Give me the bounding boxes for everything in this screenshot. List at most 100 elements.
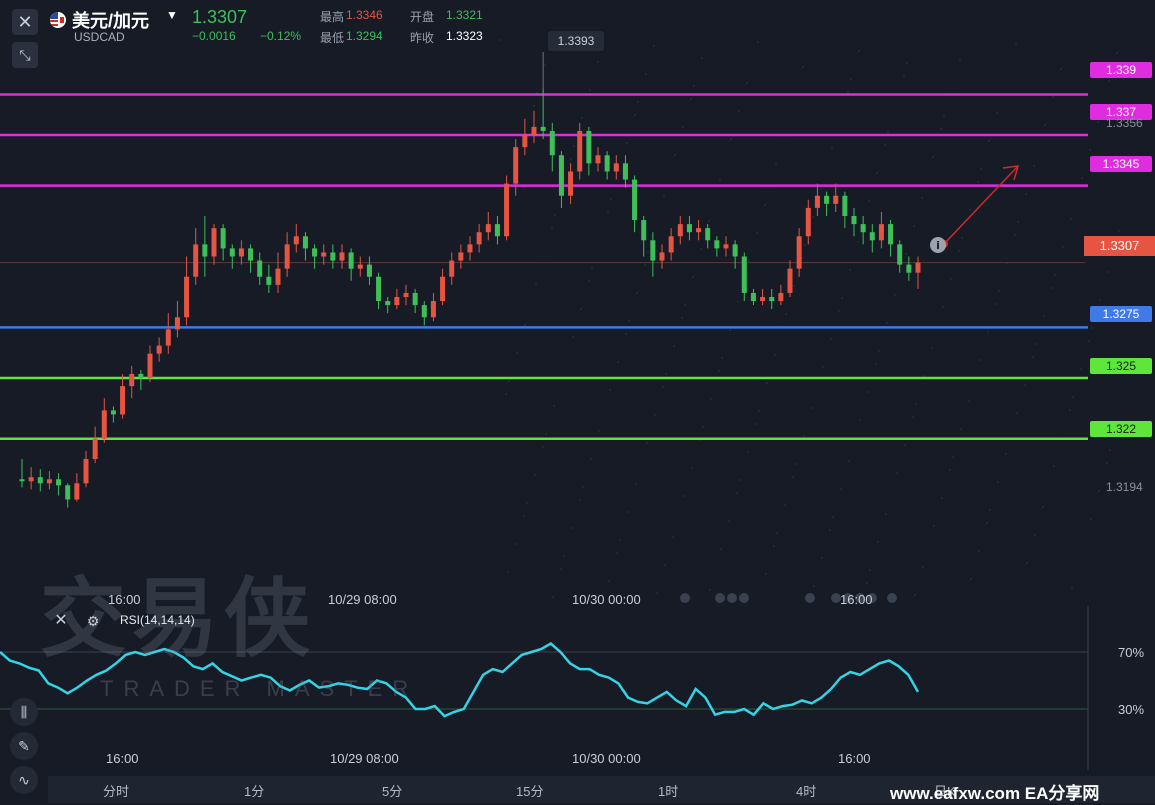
candle-body [760, 297, 766, 302]
background-dot [895, 471, 899, 475]
background-dot [1071, 395, 1075, 399]
candle-body [659, 252, 665, 261]
candle-body [504, 183, 510, 237]
close-button[interactable]: ✕ [12, 9, 38, 35]
background-dot [624, 332, 628, 336]
background-dot [543, 63, 547, 67]
time-axis-label: 10/29 08:00 [330, 751, 399, 766]
background-dot [626, 510, 630, 514]
background-dot [1106, 270, 1110, 274]
background-dot [784, 312, 788, 316]
candle-body [769, 297, 775, 302]
background-dot [1105, 461, 1109, 465]
background-dot [914, 402, 918, 406]
background-dot [717, 369, 721, 373]
candle-type-button[interactable]: ⫼ [10, 698, 38, 726]
background-dot [700, 56, 704, 60]
background-dot [1089, 517, 1093, 521]
candle-body [833, 195, 839, 204]
background-dot [532, 104, 536, 108]
time-axis-label: 10/29 08:00 [328, 592, 397, 607]
background-dot [994, 302, 998, 306]
background-dot [683, 303, 687, 307]
candle-body [549, 130, 555, 156]
candle-body [220, 228, 226, 249]
background-dot [525, 501, 529, 505]
background-dot [868, 568, 872, 572]
background-dot [819, 187, 823, 191]
background-dot [727, 519, 731, 523]
rsi-level-label: 70% [1118, 645, 1145, 660]
candle-body [284, 244, 290, 269]
background-dot [571, 335, 575, 339]
background-dot [903, 443, 907, 447]
candle-body [677, 224, 683, 237]
background-dot [1078, 558, 1082, 562]
background-dot [1025, 561, 1029, 565]
candle-body [330, 252, 336, 261]
nav-dot [680, 593, 690, 603]
background-dot [646, 250, 650, 254]
tab-timeframe-line[interactable]: 分时 [103, 781, 129, 800]
background-dot [654, 222, 658, 226]
background-dot [794, 462, 798, 466]
candle-body [888, 224, 894, 245]
background-dot [1090, 326, 1094, 330]
stat-value-open: 1.3321 [446, 8, 483, 22]
candle-body [138, 373, 144, 378]
candle-body [805, 207, 811, 237]
candle-body [312, 248, 318, 257]
background-dot [673, 153, 677, 157]
background-dot [680, 316, 684, 320]
background-dot [951, 455, 955, 459]
flag-icon [50, 12, 66, 28]
candle-body [632, 179, 638, 221]
background-dot [643, 263, 647, 267]
background-dot [1108, 448, 1112, 452]
background-dot [662, 194, 666, 198]
background-dot [608, 388, 612, 392]
draw-tool-button[interactable]: ✎ [10, 732, 38, 760]
background-dot [774, 162, 778, 166]
tab-timeframe-1h[interactable]: 1时 [658, 781, 678, 800]
background-dot [541, 445, 545, 449]
candle-body [595, 155, 601, 164]
candle-body [421, 305, 427, 318]
collapse-button[interactable]: ⤡ [12, 42, 38, 68]
background-dot [932, 524, 936, 528]
chevron-down-icon[interactable]: ▼ [166, 8, 178, 22]
background-dot [757, 409, 761, 413]
background-dot [671, 535, 675, 539]
candle-body [842, 195, 848, 216]
background-dot [1117, 229, 1121, 233]
time-axis-label: 16:00 [108, 592, 141, 607]
background-dot [655, 591, 659, 595]
background-dot [995, 111, 999, 115]
background-dot [689, 97, 693, 101]
candle-body [531, 126, 537, 135]
tab-timeframe-1m[interactable]: 1分 [244, 781, 264, 800]
tab-timeframe-4h[interactable]: 4时 [796, 781, 816, 800]
background-dot [534, 282, 538, 286]
background-dot [1016, 220, 1020, 224]
indicator-button[interactable]: ∿ [10, 766, 38, 794]
background-dot [902, 74, 906, 78]
tab-timeframe-5m[interactable]: 5分 [382, 781, 402, 800]
background-dot [904, 252, 908, 256]
background-dot [948, 468, 952, 472]
background-dot [1034, 342, 1038, 346]
tab-timeframe-15m[interactable]: 15分 [516, 781, 543, 800]
background-dot [828, 528, 832, 532]
background-dot [940, 496, 944, 500]
rsi-close-button[interactable]: ✕ [52, 612, 70, 630]
info-icon-glyph: i [936, 239, 940, 252]
background-dot [580, 116, 584, 120]
background-dot [812, 584, 816, 588]
rsi-settings-button[interactable]: ⚙ [84, 612, 102, 630]
background-dot [1013, 233, 1017, 237]
background-dot [1080, 176, 1084, 180]
background-dot [514, 542, 518, 546]
candle-body [120, 386, 126, 415]
background-dot [905, 61, 909, 65]
candle-body [558, 155, 564, 196]
